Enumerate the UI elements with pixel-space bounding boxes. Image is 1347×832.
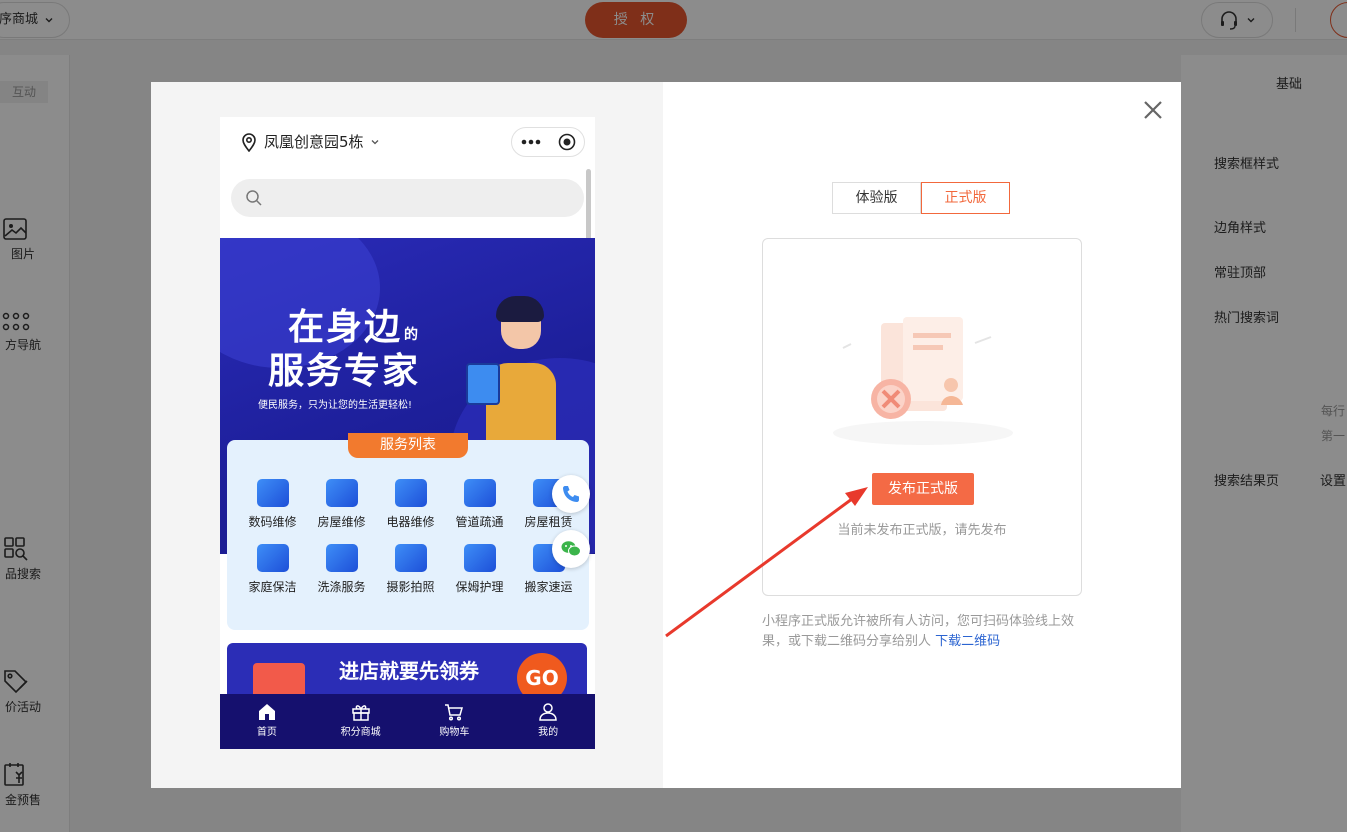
basket-icon [256,544,289,572]
tab-mine[interactable]: 我的 [501,694,595,749]
banner-subtitle: 便民服务，只为让您的生活更轻松! [258,400,413,411]
version-tabs: 体验版 正式版 [832,182,1010,214]
tv-icon [394,479,427,507]
chevron-down-icon [371,139,379,144]
service-label: 房屋租赁 [524,515,573,529]
location-pin-icon [242,132,256,152]
phone-call-button[interactable] [552,475,590,513]
service-label: 摄影拍照 [386,580,435,594]
service-label: 保姆护理 [455,580,504,594]
tab-trial-version[interactable]: 体验版 [832,182,921,214]
bag-icon [463,544,496,572]
tab-label: 我的 [538,727,559,738]
service-label: 洗涤服务 [317,580,366,594]
illustration-tablet [466,363,500,405]
location-label: 凤凰创意园5栋 [264,133,364,151]
banner-title-line2: 服务专家 [268,351,421,392]
publish-formal-button[interactable]: 发布正式版 [872,473,974,505]
tab-label: 积分商城 [340,727,381,738]
phone-header: 凤凰创意园5栋 [220,117,595,167]
tab-home[interactable]: 首页 [220,694,314,749]
service-label: 数码维修 [248,515,297,529]
pipe-icon [463,479,496,507]
qr-code-box: 发布正式版 当前未发布正式版，请先发布 [762,238,1082,596]
publish-modal: 凤凰创意园5栋 在身边的 服务专家 便民服务，只为让您的生活更轻松! 服务列表 … [151,82,1181,788]
service-grid: 数码维修 房屋维修 电器维修 管道疏通 房屋租赁 家庭保洁 洗涤服务 摄影拍照 … [238,479,583,595]
search-icon [246,190,262,206]
digital-repair-icon [256,479,289,507]
service-item[interactable]: 数码维修 [238,479,307,530]
close-target-icon [558,133,575,151]
tab-points-mall[interactable]: 积分商城 [314,694,408,749]
phone-icon [563,486,579,502]
service-label: 电器维修 [386,515,435,529]
wechat-button[interactable] [552,530,590,568]
search-input[interactable] [231,179,584,217]
tab-cart[interactable]: 购物车 [408,694,502,749]
service-list-title: 服务列表 [348,433,468,458]
service-item[interactable]: 家庭保洁 [238,544,307,595]
phone-preview: 凤凰创意园5栋 在身边的 服务专家 便民服务，只为让您的生活更轻松! 服务列表 … [220,117,595,749]
publish-note: 小程序正式版允许被所有人访问，您可扫码体验线上效果，或下载二维码分享给别人 下载… [762,612,1084,652]
camera-icon [394,544,427,572]
house-icon [325,479,358,507]
service-item[interactable]: 管道疏通 [445,479,514,530]
miniprogram-capsule[interactable] [511,127,585,157]
banner-title-small: 的 [404,327,421,343]
service-item[interactable]: 保姆护理 [445,544,514,595]
shirt-icon [325,544,358,572]
gift-icon [351,705,370,721]
illustration-person [496,296,544,322]
service-item[interactable]: 电器维修 [376,479,445,530]
service-label: 房屋维修 [317,515,366,529]
service-label: 家庭保洁 [248,580,297,594]
tab-label: 首页 [256,727,277,738]
wechat-icon [561,541,581,557]
service-label: 搬家速运 [524,580,573,594]
cart-icon [445,704,464,721]
tab-formal-version[interactable]: 正式版 [921,182,1010,214]
location-selector[interactable]: 凤凰创意园5栋 [240,131,380,152]
not-published-hint: 当前未发布正式版，请先发布 [837,523,1007,538]
home-icon [258,704,275,720]
service-item[interactable]: 摄影拍照 [376,544,445,595]
promo-text: 进店就要先领券 [339,659,479,683]
preview-pane: 凤凰创意园5栋 在身边的 服务专家 便民服务，只为让您的生活更轻松! 服务列表 … [151,82,663,788]
user-icon [539,703,557,721]
download-qrcode-link[interactable]: 下载二维码 [935,634,1000,649]
tab-label: 购物车 [439,727,470,738]
service-label: 管道疏通 [455,515,504,529]
service-item[interactable]: 洗涤服务 [307,544,376,595]
phone-tab-bar: 首页 积分商城 购物车 我的 [220,694,595,749]
not-published-illustration [833,317,1013,445]
more-icon [521,139,540,145]
service-item[interactable]: 房屋维修 [307,479,376,530]
publish-note-text: 小程序正式版允许被所有人访问，您可扫码体验线上效果，或下载二维码分享给别人 [762,614,1075,649]
close-icon[interactable] [1141,98,1165,122]
